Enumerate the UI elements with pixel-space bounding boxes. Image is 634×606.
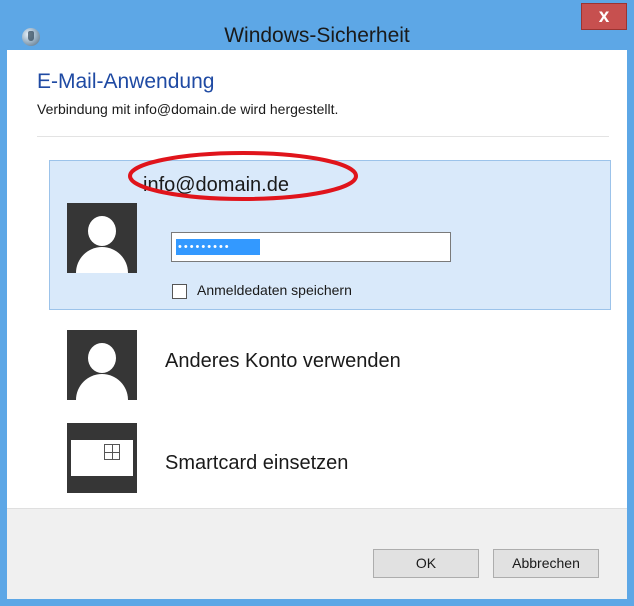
security-dialog: Windows-Sicherheit x E-Mail-Anwendung Ve… bbox=[0, 0, 634, 606]
dialog-heading: E-Mail-Anwendung bbox=[37, 70, 215, 93]
separator bbox=[37, 136, 609, 137]
dialog-content: E-Mail-Anwendung Verbindung mit info@dom… bbox=[7, 50, 627, 599]
title-bar[interactable]: Windows-Sicherheit x bbox=[0, 0, 634, 50]
password-field[interactable]: ••••••••• bbox=[171, 232, 451, 262]
user-icon[interactable] bbox=[67, 330, 137, 400]
remember-credentials-label[interactable]: Anmeldedaten speichern bbox=[197, 282, 352, 298]
other-account-option[interactable]: Anderes Konto verwenden bbox=[165, 350, 401, 373]
password-masked-value: ••••••••• bbox=[176, 239, 260, 255]
window-title: Windows-Sicherheit bbox=[224, 24, 410, 47]
user-avatar-icon bbox=[67, 203, 137, 273]
remember-credentials-checkbox[interactable] bbox=[172, 284, 187, 299]
smartcard-option[interactable]: Smartcard einsetzen bbox=[165, 452, 348, 475]
smartcard-icon[interactable] bbox=[67, 423, 137, 493]
close-button[interactable]: x bbox=[581, 3, 627, 30]
dialog-subheading: Verbindung mit info@domain.de wird herge… bbox=[37, 101, 339, 117]
cancel-button[interactable]: Abbrechen bbox=[493, 549, 599, 578]
dialog-footer: OK Abbrechen bbox=[7, 508, 627, 599]
ok-button[interactable]: OK bbox=[373, 549, 479, 578]
red-annotation-ellipse bbox=[128, 151, 358, 201]
